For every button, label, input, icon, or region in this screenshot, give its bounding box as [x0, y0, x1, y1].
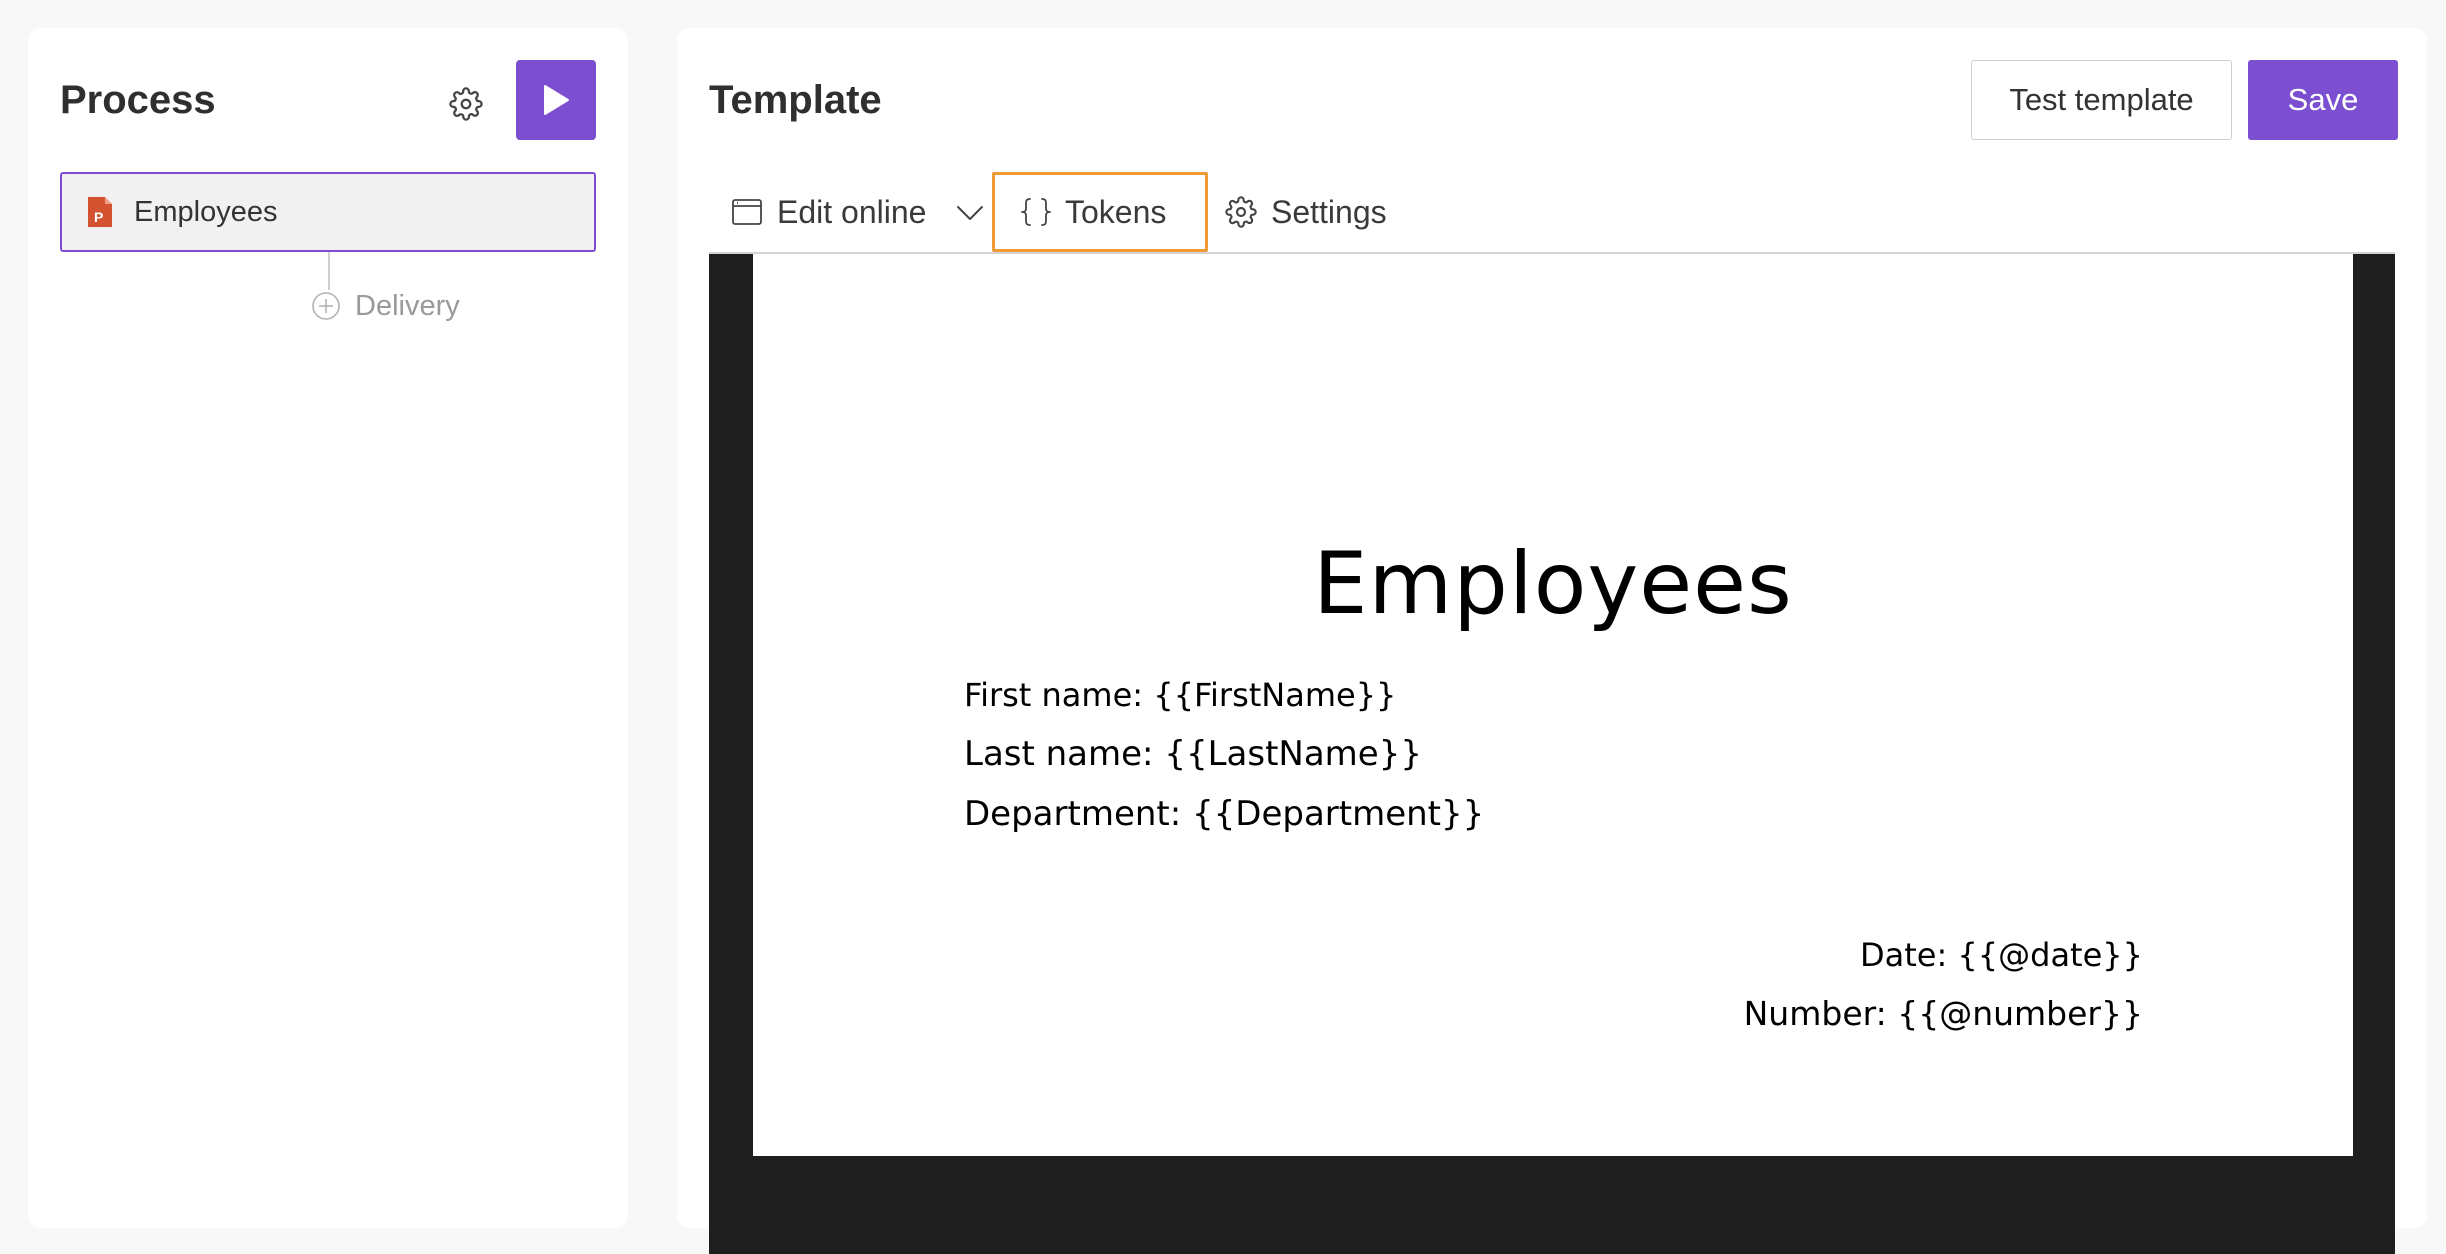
curly-braces-icon [1021, 198, 1051, 226]
template-preview: Employees First name: {{FirstName}} Last… [709, 254, 2395, 1254]
process-settings-button[interactable] [434, 72, 498, 136]
slide-title: Employees [1313, 534, 1793, 634]
tab-settings-label: Settings [1271, 193, 1387, 230]
gear-icon [1225, 196, 1257, 228]
slide-preview: Employees First name: {{FirstName}} Last… [753, 254, 2353, 1156]
slide-line-last-name: Last name: {{LastName}} [964, 734, 1422, 774]
process-step-employees[interactable]: P Employees [60, 172, 596, 252]
template-title: Template [709, 78, 882, 122]
edit-online-dropdown-toggle[interactable] [952, 198, 988, 228]
process-title: Process [60, 78, 216, 122]
tab-edit-online[interactable]: Edit online [731, 172, 926, 252]
powerpoint-file-icon: P [88, 197, 112, 227]
tab-tokens-label: Tokens [1065, 193, 1167, 230]
svg-text:P: P [94, 209, 103, 225]
save-button[interactable]: Save [2248, 60, 2398, 140]
tab-settings[interactable]: Settings [1225, 172, 1387, 252]
test-template-button[interactable]: Test template [1971, 60, 2232, 140]
run-process-button[interactable] [516, 60, 596, 140]
browser-window-icon [732, 199, 762, 225]
process-panel: Process P Employees Delivery [28, 28, 628, 1228]
add-delivery-step[interactable]: Delivery [311, 283, 460, 329]
slide-line-number: Number: {{@number}} [1743, 994, 2143, 1033]
gear-icon [449, 87, 483, 121]
process-step-label: Employees [134, 195, 278, 228]
plus-circle-icon [312, 292, 340, 320]
template-panel: Template Test template Save Edit online … [677, 28, 2427, 1254]
slide-line-department: Department: {{Department}} [964, 794, 1485, 834]
chevron-down-icon [957, 206, 983, 220]
slide-line-first-name: First name: {{FirstName}} [964, 676, 1397, 714]
tab-edit-online-label: Edit online [777, 193, 927, 230]
tab-tokens[interactable]: Tokens [992, 172, 1208, 252]
play-icon [544, 85, 569, 115]
slide-line-date: Date: {{@date}} [1859, 936, 2143, 974]
add-delivery-label: Delivery [355, 289, 460, 322]
